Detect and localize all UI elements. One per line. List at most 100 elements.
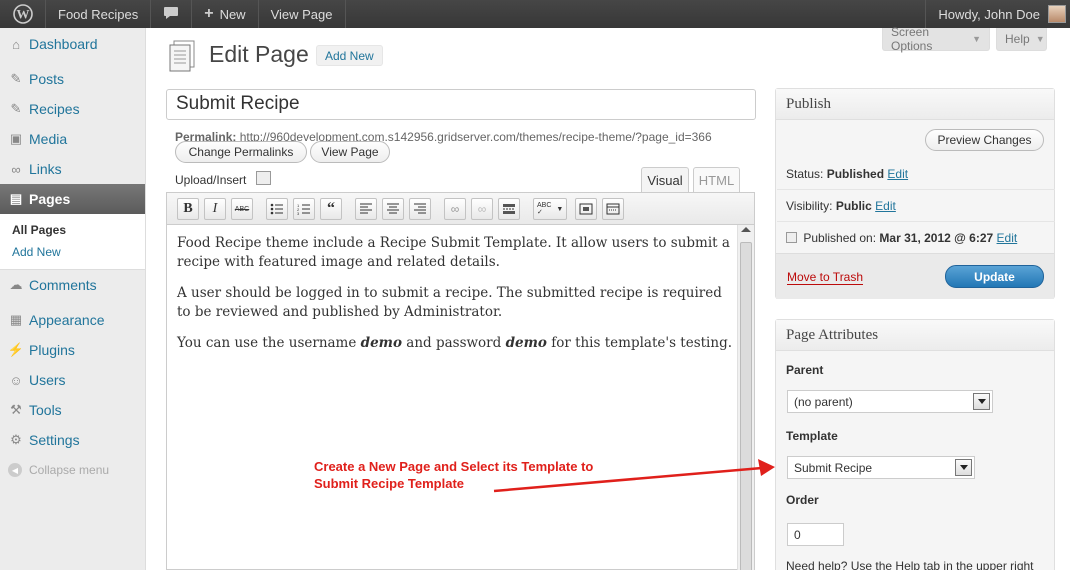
users-icon: ☺ [9, 372, 23, 388]
link-icon: ∞ [11, 161, 21, 177]
order-label: Order [786, 493, 819, 507]
align-right-icon[interactable] [409, 198, 431, 220]
tab-visual[interactable]: Visual [641, 167, 689, 192]
chevron-down-icon [955, 459, 972, 476]
menu-label: Plugins [29, 342, 75, 358]
move-to-trash-link[interactable]: Move to Trash [787, 270, 864, 285]
menu-tools[interactable]: ⚒ Tools [0, 395, 145, 425]
kitchen-sink-icon[interactable] [602, 198, 624, 220]
menu-links[interactable]: ∞ Links [0, 154, 145, 184]
menu-recipes[interactable]: ✎ Recipes [0, 94, 145, 124]
more-tag-icon[interactable] [498, 198, 520, 220]
menu-posts[interactable]: ✎ Posts [0, 64, 145, 94]
help-button[interactable]: Help ▼ [996, 28, 1047, 51]
unlink-icon[interactable]: ∞ [471, 198, 493, 220]
admin-bar: W Food Recipes + New View Page Howdy, Jo… [0, 0, 1070, 28]
help-label: Help [1005, 32, 1030, 46]
comments-link[interactable] [151, 0, 193, 28]
editor-body[interactable]: Food Recipe theme include a Recipe Submi… [166, 225, 755, 570]
align-center-icon[interactable] [382, 198, 404, 220]
preview-changes-button[interactable]: Preview Changes [925, 129, 1044, 151]
pin-icon: ✎ [10, 71, 22, 86]
menu-appearance[interactable]: ▦ Appearance [0, 305, 145, 335]
add-media-icon[interactable] [256, 171, 271, 185]
chevron-down-icon: ▼ [556, 205, 564, 213]
collapse-arrow-icon: ◀ [8, 463, 22, 477]
comment-bubble-icon [163, 6, 179, 23]
svg-text:3: 3 [297, 211, 300, 215]
comment-icon: ☁ [9, 277, 23, 292]
visibility-row: Visibility: Public Edit [786, 199, 896, 213]
align-left-icon[interactable] [355, 198, 377, 220]
pages-icon: ▤ [9, 191, 23, 206]
editor-scrollbar[interactable] [737, 225, 754, 570]
menu-comments[interactable]: ☁ Comments [0, 270, 145, 300]
menu-label: Users [29, 372, 66, 388]
screen-options-button[interactable]: Screen Options ▼ [882, 25, 990, 53]
fullscreen-icon[interactable] [575, 198, 597, 220]
add-new-button[interactable]: Add New [316, 45, 383, 66]
chevron-down-icon [973, 393, 990, 410]
content-paragraph: You can use the username demo and passwo… [177, 335, 733, 351]
scroll-up-icon[interactable] [741, 227, 751, 232]
blockquote-icon[interactable]: “ [320, 198, 342, 220]
wordpress-logo-icon[interactable]: W [0, 0, 46, 28]
post-title-input[interactable]: Submit Recipe [166, 89, 756, 120]
numbered-list-icon[interactable]: 123 [293, 198, 315, 220]
permalink-url[interactable]: http://960development.com.s142956.gridse… [240, 130, 712, 144]
menu-label: Dashboard [29, 36, 98, 52]
menu-label: Settings [29, 432, 80, 448]
menu-dashboard[interactable]: ⌂ Dashboard [0, 29, 145, 59]
status-label: Status: [786, 167, 824, 181]
strikethrough-icon[interactable]: ABC [231, 198, 253, 220]
parent-label: Parent [786, 363, 824, 377]
template-label: Template [786, 429, 838, 443]
tab-html[interactable]: HTML [693, 167, 740, 192]
scroll-thumb[interactable] [740, 242, 752, 570]
media-icon: ▣ [9, 131, 23, 146]
status-row: Status: Published Edit [786, 167, 908, 181]
edit-status-link[interactable]: Edit [887, 167, 908, 181]
bullet-list-icon[interactable] [266, 198, 288, 220]
view-page-link[interactable]: View Page [259, 0, 346, 28]
spellcheck-icon[interactable]: ABC ✓ ▼ [533, 198, 567, 220]
howdy-text: Howdy, John Doe [938, 6, 1040, 22]
content-paragraph: A user should be logged in to submit a r… [177, 285, 722, 320]
template-select[interactable]: Submit Recipe [787, 456, 975, 479]
menu-label: Posts [29, 71, 65, 87]
change-permalinks-button[interactable]: Change Permalinks [175, 141, 307, 163]
menu-label: Recipes [29, 101, 80, 117]
new-content-link[interactable]: + New [192, 0, 259, 28]
insert-link-icon[interactable]: ∞ [444, 198, 466, 220]
submenu-add-new[interactable]: Add New [0, 241, 145, 263]
site-name-link[interactable]: Food Recipes [46, 0, 152, 28]
menu-users[interactable]: ☺ Users [0, 365, 145, 395]
publish-box: Publish Preview Changes Status: Publishe… [775, 88, 1055, 299]
calendar-icon [786, 232, 797, 243]
my-account-link[interactable]: Howdy, John Doe [925, 0, 1070, 28]
template-value: Submit Recipe [794, 460, 873, 475]
edit-visibility-link[interactable]: Edit [875, 199, 896, 213]
plugin-icon: ⚡ [7, 342, 25, 357]
edit-page-icon [168, 40, 198, 72]
menu-media[interactable]: ▣ Media [0, 124, 145, 154]
menu-plugins[interactable]: ⚡ Plugins [0, 335, 145, 365]
italic-icon[interactable]: I [204, 198, 226, 220]
submenu-all-pages[interactable]: All Pages [0, 219, 145, 241]
parent-select[interactable]: (no parent) [787, 390, 993, 413]
status-value: Published [826, 167, 885, 181]
bold-icon[interactable]: B [177, 198, 199, 220]
update-button[interactable]: Update [945, 265, 1044, 288]
page-attributes-box: Page Attributes Parent (no parent) Templ… [775, 319, 1055, 570]
admin-menu: ⌂ Dashboard ✎ Posts ✎ Recipes ▣ Media ∞ Links… [0, 28, 146, 570]
view-page-button[interactable]: View Page [310, 141, 390, 163]
order-input[interactable]: 0 [787, 523, 844, 546]
editor-toolbar: B I ABC 123 “ ∞ ∞ ABC ✓ ▼ [166, 192, 755, 225]
screen-options-label: Screen Options [891, 25, 933, 53]
edit-date-link[interactable]: Edit [997, 231, 1018, 245]
collapse-menu-button[interactable]: ◀ Collapse menu [0, 455, 145, 485]
dashboard-icon: ⌂ [12, 36, 20, 52]
menu-settings[interactable]: ⚙ Settings [0, 425, 145, 455]
editor-content[interactable]: Food Recipe theme include a Recipe Submi… [177, 234, 732, 365]
menu-pages[interactable]: ▤ Pages [0, 184, 145, 214]
